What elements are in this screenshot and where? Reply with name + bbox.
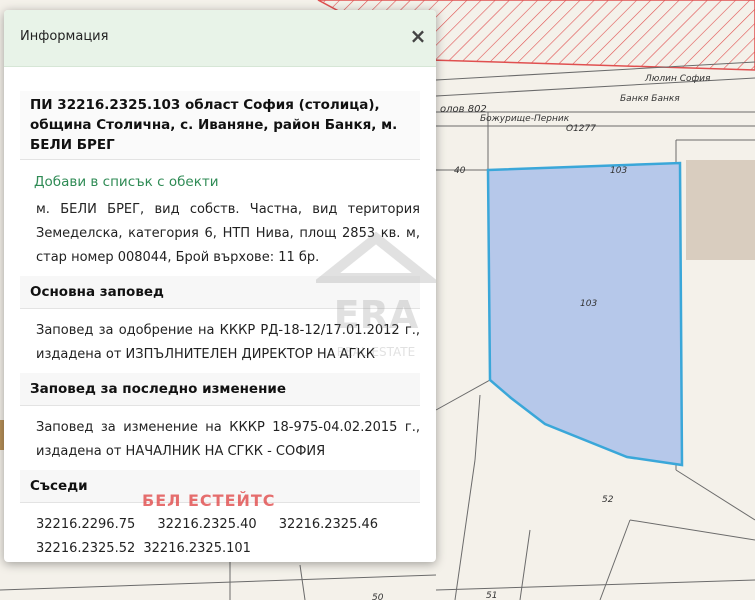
- map-label-51: 51: [486, 591, 497, 600]
- map-label-street: Люлин София: [644, 74, 711, 84]
- close-button[interactable]: ×: [408, 24, 428, 48]
- last-change-heading: Заповед за последно изменение: [20, 373, 420, 406]
- main-order-text: Заповед за одобрение на КККР РД-18-12/17…: [36, 323, 420, 362]
- building: [686, 160, 755, 260]
- neighbor-item: 32216.2325.52: [36, 541, 136, 556]
- panel-header: Информация ×: [4, 10, 436, 67]
- map-label-road-sub: Божурище-Перник: [480, 114, 570, 124]
- neighbors-list: 32216.2296.75 32216.2325.40 32216.2325.4…: [20, 503, 420, 561]
- map-label-103-top: 103: [610, 166, 627, 176]
- neighbor-item: 32216.2325.101: [143, 541, 251, 556]
- neighbor-item: 32216.2296.75: [36, 517, 136, 532]
- info-panel: Информация × ПИ 32216.2325.103 област Со…: [4, 10, 436, 562]
- map-label-50: 50: [372, 593, 384, 600]
- add-to-list-link[interactable]: Добави в списък с обекти: [34, 174, 420, 190]
- neighbor-item: 32216.2325.40: [157, 517, 257, 532]
- map-label-52: 52: [602, 495, 614, 505]
- map-label-street-2: Банкя Банкя: [620, 94, 680, 104]
- property-description: м. БЕЛИ БРЕГ, вид собств. Частна, вид те…: [36, 202, 420, 265]
- panel-title: Информация: [20, 29, 109, 44]
- map-label-40: 40: [454, 166, 466, 176]
- last-change-text: Заповед за изменение на КККР 18-975-04.0…: [36, 420, 420, 459]
- neighbor-item: 32216.2325.46: [278, 517, 379, 532]
- main-order-heading: Основна заповед: [20, 276, 420, 309]
- neighbors-heading: Съседи: [20, 470, 420, 503]
- map-label-point: О1277: [566, 124, 596, 134]
- map-label-103-center: 103: [580, 299, 597, 309]
- property-heading: ПИ 32216.2325.103 област София (столица)…: [20, 91, 420, 160]
- panel-body: ПИ 32216.2325.103 област София (столица)…: [4, 91, 436, 561]
